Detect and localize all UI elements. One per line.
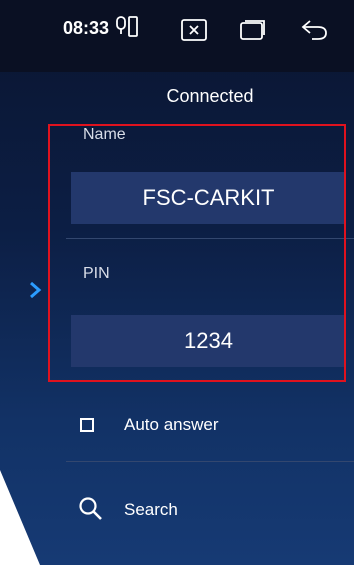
recent-apps-icon[interactable] bbox=[240, 19, 266, 41]
clock: 08:33 bbox=[63, 18, 110, 38]
auto-answer-label[interactable]: Auto answer bbox=[124, 415, 219, 435]
search-icon[interactable] bbox=[78, 496, 104, 527]
search-button[interactable]: Search bbox=[124, 500, 178, 520]
page-title: Connected bbox=[166, 86, 254, 106]
divider bbox=[66, 461, 354, 462]
auto-answer-checkbox[interactable] bbox=[80, 418, 94, 432]
close-window-icon[interactable] bbox=[181, 19, 207, 41]
phone-icon bbox=[128, 16, 138, 38]
highlight-box bbox=[48, 124, 346, 382]
mic-icon bbox=[116, 16, 126, 36]
back-icon[interactable] bbox=[300, 19, 330, 41]
status-bar: 08:33 bbox=[0, 0, 354, 72]
chevron-right-icon[interactable] bbox=[28, 280, 42, 305]
screen: 08:33 Connected Name FSC-CARKIT PIN 1234… bbox=[0, 0, 354, 565]
